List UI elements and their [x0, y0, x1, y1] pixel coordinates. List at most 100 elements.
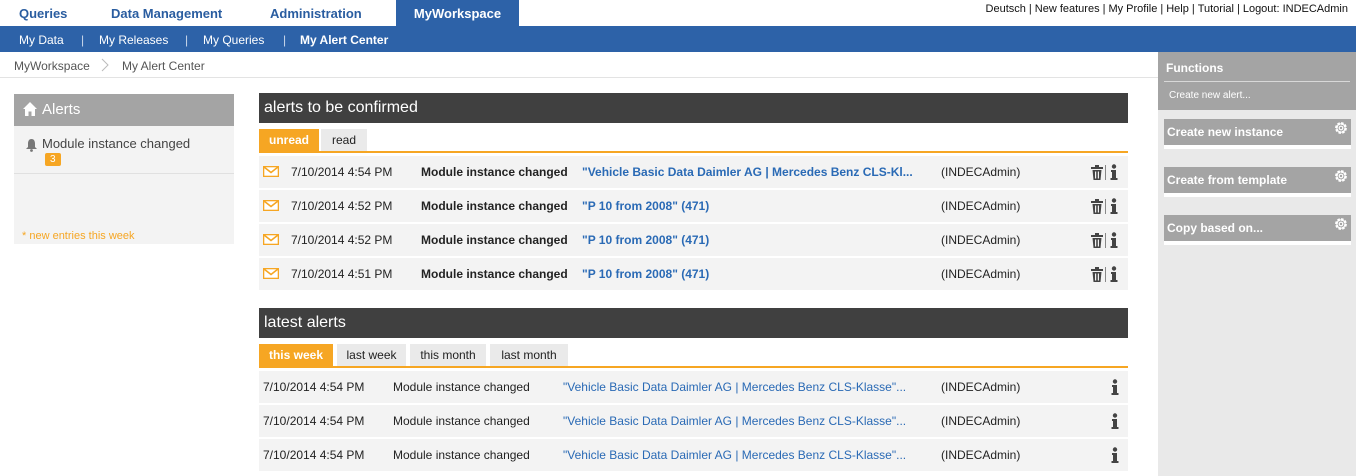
alert-type: Module instance changed: [421, 199, 568, 213]
alert-row: 7/10/2014 4:54 PM Module instance changed…: [259, 405, 1128, 437]
alerts-panel: Alerts Module instance changed 3 * new e…: [14, 94, 234, 244]
create-new-instance-label: Create new instance: [1167, 125, 1284, 139]
info-icon[interactable]: [1111, 447, 1119, 463]
alert-date: 7/10/2014 4:54 PM: [263, 448, 365, 462]
alert-user: (INDECAdmin): [941, 448, 1021, 462]
envelope-icon: [263, 166, 279, 177]
subnav-my-alert-center[interactable]: My Alert Center: [300, 26, 388, 54]
divider: [1105, 267, 1106, 282]
info-icon[interactable]: [1110, 198, 1118, 214]
tab-administration[interactable]: Administration: [270, 0, 362, 26]
alert-user: (INDECAdmin): [941, 380, 1021, 394]
tab-this-month[interactable]: this month: [410, 344, 486, 366]
breadcrumb-myworkspace[interactable]: MyWorkspace: [14, 59, 90, 73]
alert-user: (INDECAdmin): [941, 414, 1021, 428]
subnav-my-data[interactable]: My Data: [19, 26, 64, 54]
alert-count-badge: 3: [45, 153, 61, 166]
tab-last-month[interactable]: last month: [490, 344, 568, 366]
sub-navigation: My Data | My Releases | My Queries | My …: [0, 26, 1356, 52]
info-icon[interactable]: [1111, 379, 1119, 395]
alert-row: 7/10/2014 4:54 PM Module instance changed…: [259, 439, 1128, 471]
copy-based-on-label: Copy based on...: [1167, 221, 1264, 235]
alert-date: 7/10/2014 4:52 PM: [291, 233, 393, 247]
divider: [1105, 233, 1106, 248]
tab-read[interactable]: read: [321, 129, 367, 151]
info-icon[interactable]: [1110, 164, 1118, 180]
trash-icon[interactable]: [1090, 199, 1104, 215]
confirm-tab-bar: unread read: [259, 129, 1128, 153]
alerts-panel-title: Alerts: [42, 101, 81, 118]
language-link[interactable]: Deutsch: [986, 3, 1026, 15]
subnav-separator: |: [185, 33, 189, 47]
tab-last-week[interactable]: last week: [337, 344, 406, 366]
new-entries-note: * new entries this week: [22, 230, 135, 242]
trash-icon[interactable]: [1090, 165, 1104, 181]
alert-user: (INDECAdmin): [941, 199, 1021, 213]
functions-title: Functions: [1166, 61, 1224, 75]
envelope-icon: [263, 200, 279, 211]
envelope-icon: [263, 268, 279, 279]
alert-type: Module instance changed: [421, 233, 568, 247]
info-icon[interactable]: [1110, 266, 1118, 282]
copy-based-on-button[interactable]: Copy based on...: [1164, 215, 1351, 241]
trash-icon[interactable]: [1090, 267, 1104, 283]
alert-target-link[interactable]: "Vehicle Basic Data Daimler AG | Mercede…: [582, 156, 913, 188]
info-icon[interactable]: [1111, 413, 1119, 429]
breadcrumb: MyWorkspace My Alert Center: [0, 52, 1158, 78]
create-from-template-button[interactable]: Create from template: [1164, 167, 1351, 193]
logout-link[interactable]: Logout: INDECAdmin: [1243, 3, 1348, 15]
alert-row: 7/10/2014 4:52 PM Module instance changed…: [259, 190, 1128, 222]
alert-date: 7/10/2014 4:54 PM: [263, 380, 365, 394]
confirm-section-title: alerts to be confirmed: [259, 93, 1128, 123]
alert-target-link[interactable]: "Vehicle Basic Data Daimler AG | Mercede…: [563, 371, 906, 403]
my-profile-link[interactable]: My Profile: [1108, 3, 1157, 15]
alert-target-link[interactable]: "Vehicle Basic Data Daimler AG | Mercede…: [563, 439, 906, 471]
create-from-template-label: Create from template: [1167, 173, 1288, 187]
alert-target-link[interactable]: "P 10 from 2008" (471): [582, 190, 709, 222]
alert-row: 7/10/2014 4:54 PM Module instance changed…: [259, 371, 1128, 403]
alert-type: Module instance changed: [421, 165, 568, 179]
new-features-link[interactable]: New features: [1035, 3, 1100, 15]
alert-category-label[interactable]: Module instance changed: [42, 136, 190, 151]
alert-user: (INDECAdmin): [941, 267, 1021, 281]
tab-this-week[interactable]: this week: [259, 344, 333, 366]
divider: [1164, 241, 1351, 245]
subnav-my-releases[interactable]: My Releases: [99, 26, 168, 54]
alert-category-item[interactable]: Module instance changed 3: [14, 126, 234, 174]
gear-icon: [1335, 218, 1347, 230]
tutorial-link[interactable]: Tutorial: [1198, 3, 1234, 15]
create-new-alert-link[interactable]: Create new alert...: [1169, 90, 1251, 101]
alert-type: Module instance changed: [393, 380, 530, 394]
subnav-separator: |: [81, 33, 85, 47]
subnav-my-queries[interactable]: My Queries: [203, 26, 264, 54]
chevron-right-icon: [101, 58, 109, 72]
alert-date: 7/10/2014 4:54 PM: [263, 414, 365, 428]
subnav-separator: |: [283, 33, 287, 47]
latest-tab-bar: this week last week this month last mont…: [259, 344, 1128, 368]
alert-row: 7/10/2014 4:54 PM Module instance changed…: [259, 156, 1128, 188]
functions-header: Functions Create new alert...: [1158, 52, 1356, 110]
bell-icon: [26, 139, 37, 152]
alert-user: (INDECAdmin): [941, 165, 1021, 179]
alerts-panel-header: Alerts: [14, 94, 234, 126]
gear-icon: [1335, 122, 1347, 134]
alert-target-link[interactable]: "Vehicle Basic Data Daimler AG | Mercede…: [563, 405, 906, 437]
tab-queries[interactable]: Queries: [19, 0, 67, 26]
tab-data-management[interactable]: Data Management: [111, 0, 222, 26]
divider: [1164, 193, 1351, 197]
create-new-instance-button[interactable]: Create new instance: [1164, 119, 1351, 145]
functions-panel: Functions Create new alert... Create new…: [1158, 52, 1356, 476]
latest-section-title: latest alerts: [259, 308, 1128, 338]
help-link[interactable]: Help: [1166, 3, 1189, 15]
alert-type: Module instance changed: [393, 448, 530, 462]
tab-myworkspace[interactable]: MyWorkspace: [396, 0, 519, 26]
tab-unread[interactable]: unread: [259, 129, 319, 151]
trash-icon[interactable]: [1090, 233, 1104, 249]
alert-row: 7/10/2014 4:51 PM Module instance changed…: [259, 258, 1128, 290]
alert-target-link[interactable]: "P 10 from 2008" (471): [582, 224, 709, 256]
info-icon[interactable]: [1110, 232, 1118, 248]
divider: [1164, 81, 1350, 82]
breadcrumb-my-alert-center: My Alert Center: [122, 59, 205, 73]
gear-icon: [1335, 170, 1347, 182]
alert-target-link[interactable]: "P 10 from 2008" (471): [582, 258, 709, 290]
